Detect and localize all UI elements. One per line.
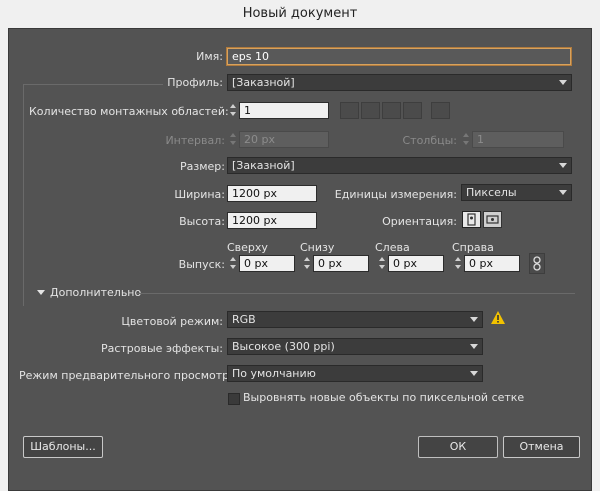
- stepper-up-icon: [463, 133, 469, 137]
- stepper-down-icon: [304, 265, 310, 269]
- bleed-right-stepper[interactable]: [453, 255, 463, 272]
- arrange-by-row-icon[interactable]: [382, 102, 401, 119]
- chevron-down-icon: [470, 317, 478, 322]
- stepper-down-icon: [455, 265, 461, 269]
- chevron-down-icon: [559, 190, 567, 195]
- artboards-label: Количество монтажных областей:: [29, 105, 229, 118]
- templates-button[interactable]: Шаблоны...: [23, 436, 103, 458]
- window-title: Новый документ: [0, 0, 600, 28]
- cancel-button[interactable]: Отмена: [503, 436, 580, 458]
- units-select[interactable]: Пикселы: [461, 184, 572, 201]
- align-pixel-grid-checkbox[interactable]: [228, 393, 240, 405]
- stepper-up-icon: [230, 257, 236, 261]
- spacing-label: Интервал:: [165, 134, 225, 147]
- new-document-dialog: Имя: eps 10 Профиль: [Заказной] Количест…: [8, 28, 592, 491]
- warning-icon: [491, 311, 505, 327]
- units-label: Единицы измерения:: [334, 188, 457, 201]
- spacing-input[interactable]: 20 px: [239, 131, 329, 148]
- columns-stepper[interactable]: [461, 131, 471, 148]
- units-select-value: Пикселы: [466, 186, 517, 199]
- advanced-divider: [137, 293, 575, 294]
- width-label: Ширина:: [174, 188, 225, 201]
- stepper-up-icon: [455, 257, 461, 261]
- landscape-orientation-icon[interactable]: [483, 211, 502, 228]
- profile-group-line-left: [23, 84, 163, 85]
- change-to-rtl-icon[interactable]: [431, 102, 450, 119]
- stepper-up-icon: [304, 257, 310, 261]
- grid-by-column-icon[interactable]: [361, 102, 380, 119]
- profile-label: Профиль:: [167, 76, 223, 89]
- size-label: Размер:: [180, 160, 225, 173]
- advanced-label[interactable]: Дополнительно: [50, 286, 141, 299]
- bleed-bottom-stepper[interactable]: [302, 255, 312, 272]
- raster-effects-value: Высокое (300 ppi): [232, 340, 335, 353]
- profile-select-value: [Заказной]: [232, 76, 295, 89]
- preview-mode-label: Режим предварительного просмотра:: [19, 369, 240, 382]
- stepper-down-icon: [230, 141, 236, 145]
- name-input[interactable]: eps 10: [227, 48, 571, 65]
- name-label: Имя:: [196, 50, 223, 63]
- raster-effects-select[interactable]: Высокое (300 ppi): [227, 338, 483, 355]
- stepper-down-icon: [379, 265, 385, 269]
- bleed-right-input[interactable]: 0 px: [464, 255, 520, 272]
- arrange-by-column-icon[interactable]: [403, 102, 422, 119]
- bleed-left-stepper[interactable]: [377, 255, 387, 272]
- columns-input[interactable]: 1: [472, 131, 564, 148]
- collapse-triangle-icon[interactable]: [37, 290, 45, 295]
- chevron-down-icon: [559, 163, 567, 168]
- stepper-up-icon: [230, 133, 236, 137]
- height-input[interactable]: 1200 px: [227, 212, 317, 229]
- bleed-left-label: Слева: [375, 241, 410, 254]
- portrait-orientation-icon[interactable]: [462, 211, 481, 228]
- stepper-up-icon: [379, 257, 385, 261]
- profile-group-line-side: [23, 84, 24, 306]
- orientation-label: Ориентация:: [382, 215, 457, 228]
- size-select-value: [Заказной]: [232, 159, 295, 172]
- artboards-stepper[interactable]: [228, 102, 238, 119]
- stepper-down-icon: [230, 265, 236, 269]
- grid-by-row-icon[interactable]: [340, 102, 359, 119]
- link-bleed-icon[interactable]: [529, 253, 545, 274]
- columns-label: Столбцы:: [402, 134, 457, 147]
- bleed-top-label: Сверху: [227, 241, 268, 254]
- bleed-right-label: Справа: [452, 241, 494, 254]
- color-mode-value: RGB: [232, 313, 256, 326]
- color-mode-select[interactable]: RGB: [227, 311, 483, 328]
- size-select[interactable]: [Заказной]: [227, 157, 572, 174]
- bleed-label: Выпуск:: [178, 258, 225, 271]
- chevron-down-icon: [559, 80, 567, 85]
- spacing-stepper[interactable]: [228, 131, 238, 148]
- preview-mode-select[interactable]: По умолчанию: [227, 365, 483, 382]
- preview-mode-value: По умолчанию: [232, 367, 316, 380]
- align-pixel-grid-label[interactable]: Выровнять новые объекты по пиксельной се…: [243, 391, 524, 404]
- color-mode-label: Цветовой режим:: [121, 315, 223, 328]
- stepper-down-icon: [463, 141, 469, 145]
- chevron-down-icon: [470, 344, 478, 349]
- bleed-bottom-input[interactable]: 0 px: [313, 255, 369, 272]
- chevron-down-icon: [470, 371, 478, 376]
- ok-button[interactable]: ОК: [418, 436, 498, 458]
- bleed-top-stepper[interactable]: [228, 255, 238, 272]
- profile-select[interactable]: [Заказной]: [227, 74, 572, 91]
- stepper-up-icon: [230, 104, 236, 108]
- stepper-down-icon: [230, 112, 236, 116]
- bleed-top-input[interactable]: 0 px: [239, 255, 295, 272]
- height-label: Высота:: [179, 215, 225, 228]
- bleed-left-input[interactable]: 0 px: [388, 255, 444, 272]
- raster-effects-label: Растровые эффекты:: [100, 342, 223, 355]
- width-input[interactable]: 1200 px: [227, 185, 317, 202]
- artboards-input[interactable]: 1: [239, 102, 329, 119]
- bleed-bottom-label: Снизу: [300, 241, 335, 254]
